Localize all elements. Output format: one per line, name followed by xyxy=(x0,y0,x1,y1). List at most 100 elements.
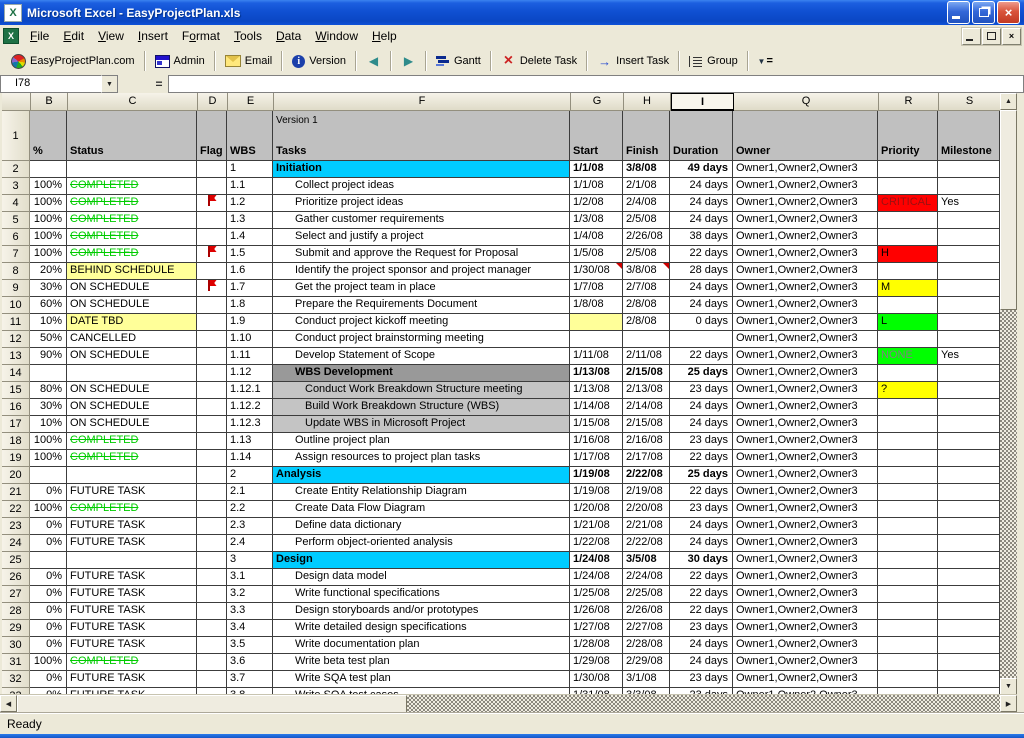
scroll-up-icon[interactable]: ▲ xyxy=(1000,93,1017,110)
cell[interactable]: 0% xyxy=(30,586,67,603)
cell[interactable] xyxy=(197,246,227,263)
cell[interactable]: 30% xyxy=(30,399,67,416)
cell[interactable]: 2/27/08 xyxy=(623,620,670,637)
cell[interactable]: 2/8/08 xyxy=(623,314,670,331)
cell[interactable]: FUTURE TASK xyxy=(67,620,197,637)
cell[interactable]: 2/22/08 xyxy=(623,535,670,552)
row-header[interactable]: 25 xyxy=(2,552,30,569)
cell[interactable] xyxy=(878,654,938,671)
cell[interactable]: Owner1,Owner2,Owner3 xyxy=(733,399,878,416)
cell[interactable]: 22 days xyxy=(670,348,733,365)
cell[interactable]: 2/13/08 xyxy=(623,382,670,399)
cell[interactable]: 24 days xyxy=(670,195,733,212)
cell[interactable] xyxy=(938,178,1000,195)
menu-file[interactable]: File xyxy=(23,26,56,46)
cell[interactable]: 1/30/08 xyxy=(570,671,623,688)
row-header[interactable]: 32 xyxy=(2,671,30,688)
cell[interactable]: 2/24/08 xyxy=(623,569,670,586)
cell[interactable]: Owner xyxy=(733,111,878,161)
cell[interactable] xyxy=(878,518,938,535)
cell[interactable]: ON SCHEDULE xyxy=(67,416,197,433)
cell[interactable]: Owner1,Owner2,Owner3 xyxy=(733,433,878,450)
cell[interactable]: Owner1,Owner2,Owner3 xyxy=(733,535,878,552)
cell[interactable]: 1/26/08 xyxy=(570,603,623,620)
cell[interactable]: 2/5/08 xyxy=(623,212,670,229)
cell[interactable]: 24 days xyxy=(670,178,733,195)
cell[interactable]: 24 days xyxy=(670,535,733,552)
cell[interactable] xyxy=(197,348,227,365)
row-header[interactable]: 15 xyxy=(2,382,30,399)
cell[interactable] xyxy=(878,671,938,688)
cell[interactable] xyxy=(938,569,1000,586)
cell[interactable] xyxy=(197,280,227,297)
cell[interactable]: Create Data Flow Diagram xyxy=(273,501,570,518)
cell[interactable]: Conduct project brainstorming meeting xyxy=(273,331,570,348)
cell[interactable]: 100% xyxy=(30,229,67,246)
cell[interactable] xyxy=(197,671,227,688)
cell[interactable] xyxy=(197,263,227,280)
cell[interactable] xyxy=(197,314,227,331)
cell[interactable]: Submit and approve the Request for Propo… xyxy=(273,246,570,263)
cell[interactable] xyxy=(570,331,623,348)
cell[interactable]: Design data model xyxy=(273,569,570,586)
cell[interactable] xyxy=(938,518,1000,535)
cell[interactable]: COMPLETED xyxy=(67,450,197,467)
cell[interactable]: Define data dictionary xyxy=(273,518,570,535)
cell[interactable]: 1/20/08 xyxy=(570,501,623,518)
cell[interactable]: 2/21/08 xyxy=(623,518,670,535)
cell[interactable] xyxy=(878,212,938,229)
cell[interactable]: Finish xyxy=(623,111,670,161)
cell[interactable] xyxy=(197,552,227,569)
toolbar-button-easyprojectplan[interactable]: EasyProjectPlan.com xyxy=(5,51,141,72)
cell[interactable]: Gather customer requirements xyxy=(273,212,570,229)
menu-data[interactable]: Data xyxy=(269,26,308,46)
cell[interactable]: 2/28/08 xyxy=(623,637,670,654)
cell[interactable]: WBS xyxy=(227,111,273,161)
cell[interactable]: DATE TBD xyxy=(67,314,197,331)
toolbar-button-forward[interactable] xyxy=(395,51,422,71)
cell[interactable]: 24 days xyxy=(670,297,733,314)
cell[interactable]: 24 days xyxy=(670,280,733,297)
cell[interactable]: 3/8/08 xyxy=(623,161,670,178)
cell[interactable]: M xyxy=(878,280,938,297)
toolbar-button-admin[interactable]: Admin xyxy=(149,52,211,71)
cell[interactable]: 23 days xyxy=(670,501,733,518)
cell[interactable]: Owner1,Owner2,Owner3 xyxy=(733,484,878,501)
row-header[interactable]: 11 xyxy=(2,314,30,331)
cell[interactable]: 10% xyxy=(30,416,67,433)
cell[interactable] xyxy=(197,603,227,620)
cell[interactable] xyxy=(878,637,938,654)
cell[interactable]: CANCELLED xyxy=(67,331,197,348)
cell[interactable] xyxy=(878,433,938,450)
cell[interactable]: 2.1 xyxy=(227,484,273,501)
cell[interactable]: ON SCHEDULE xyxy=(67,399,197,416)
cell[interactable]: Write beta test plan xyxy=(273,654,570,671)
cell[interactable] xyxy=(938,654,1000,671)
cell[interactable] xyxy=(938,603,1000,620)
cell[interactable]: 100% xyxy=(30,195,67,212)
cell[interactable]: 3.5 xyxy=(227,637,273,654)
cell[interactable] xyxy=(938,314,1000,331)
cell[interactable]: COMPLETED xyxy=(67,654,197,671)
cell[interactable]: 0% xyxy=(30,518,67,535)
cell[interactable]: Owner1,Owner2,Owner3 xyxy=(733,518,878,535)
row-header[interactable]: 28 xyxy=(2,603,30,620)
menu-insert[interactable]: Insert xyxy=(131,26,175,46)
cell[interactable]: H xyxy=(878,246,938,263)
cell[interactable]: 2/15/08 xyxy=(623,365,670,382)
cell[interactable]: 1/1/08 xyxy=(570,178,623,195)
row-header[interactable]: 20 xyxy=(2,467,30,484)
vertical-scroll-thumb[interactable] xyxy=(1000,110,1017,310)
workbook-minimize-button[interactable] xyxy=(962,28,981,45)
cell[interactable]: 23 days xyxy=(670,433,733,450)
cell[interactable]: 24 days xyxy=(670,399,733,416)
cell[interactable] xyxy=(67,365,197,382)
menu-view[interactable]: View xyxy=(91,26,131,46)
cell[interactable]: 1/1/08 xyxy=(570,161,623,178)
cell[interactable]: FUTURE TASK xyxy=(67,586,197,603)
cell[interactable]: 1/24/08 xyxy=(570,569,623,586)
cell[interactable]: Status xyxy=(67,111,197,161)
cell[interactable]: Conduct Work Breakdown Structure meeting xyxy=(273,382,570,399)
cell[interactable] xyxy=(67,467,197,484)
cell[interactable]: 2/29/08 xyxy=(623,654,670,671)
